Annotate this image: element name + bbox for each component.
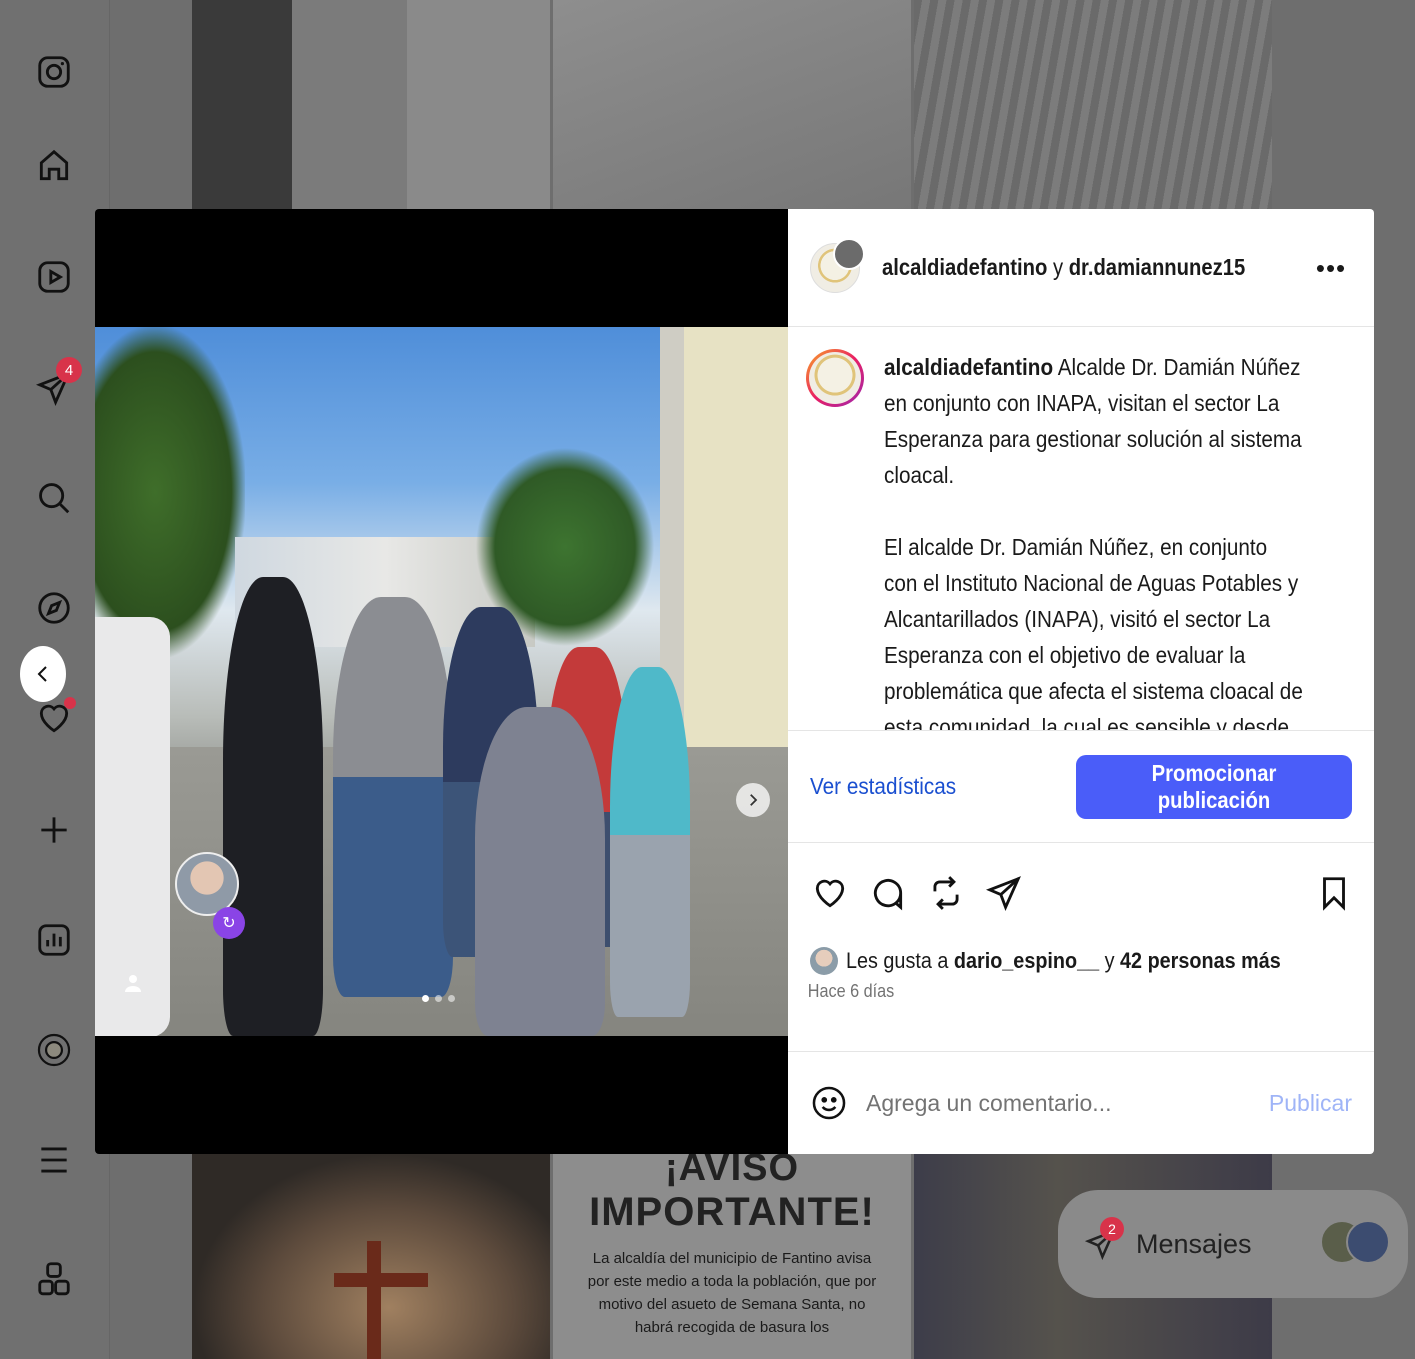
home-icon[interactable] (34, 146, 74, 186)
messages-label: Mensajes (1136, 1228, 1252, 1259)
post-media: ↻ (95, 209, 788, 1154)
chevron-right-icon (750, 794, 758, 806)
share-icon[interactable] (984, 873, 1024, 913)
comment-input[interactable] (866, 1089, 1269, 1117)
messages-count-badge: 4 (56, 357, 82, 383)
bookmark-icon[interactable] (1314, 873, 1354, 913)
caption-text: alcaldiadefantino Alcalde Dr. Damián Núñ… (884, 354, 1303, 730)
owner-actions: Ver estadísticas Promocionar publicación (788, 730, 1374, 843)
repost-icon: ↻ (213, 907, 245, 939)
post-modal: ↻ alcaldiadefantino y dr.damiannunez15 •… (95, 209, 1374, 1154)
menu-icon[interactable] (34, 1140, 74, 1180)
notifications-dot (64, 697, 76, 709)
liker-username[interactable]: dario_espino__ (954, 948, 1099, 973)
comment-bar: Publicar (788, 1051, 1374, 1154)
instagram-icon[interactable] (34, 52, 74, 92)
create-icon[interactable] (34, 810, 74, 850)
profile-icon[interactable] (34, 1030, 74, 1070)
explore-icon[interactable] (34, 588, 74, 628)
aviso-title-line-1: ¡AVISO (664, 1153, 800, 1189)
repost-icon[interactable] (926, 873, 966, 913)
collaborator-username[interactable]: dr.damiannunez15 (1069, 254, 1246, 280)
post-timestamp[interactable]: Hace 6 días (788, 975, 1315, 1002)
chevron-left-icon (37, 666, 47, 682)
promote-post-button[interactable]: Promocionar publicación (1076, 754, 1352, 819)
messages-button[interactable]: 2 Mensajes (1058, 1190, 1408, 1298)
post-actions (788, 843, 1374, 943)
next-slide-button[interactable] (736, 783, 770, 817)
emoji-icon[interactable] (810, 1084, 848, 1122)
likes-count-link[interactable]: 42 personas más (1120, 948, 1281, 973)
insights-icon[interactable] (34, 920, 74, 960)
search-icon[interactable] (34, 478, 74, 518)
cross-image (367, 1241, 381, 1359)
post-header: alcaldiadefantino y dr.damiannunez15 ••• (788, 209, 1374, 327)
aviso-body-text: La alcaldía del municipio de Fantino avi… (587, 1250, 877, 1336)
messages-badge: 2 (1100, 1217, 1124, 1241)
liker-avatar[interactable] (810, 947, 838, 975)
post-side-panel: alcaldiadefantino y dr.damiannunez15 •••… (788, 209, 1374, 1154)
likes-summary: Les gusta a dario_espino__ y 42 personas… (788, 943, 1374, 975)
grid-post-1[interactable] (192, 0, 550, 210)
aviso-title-line-2: IMPORTANTE! (589, 1190, 875, 1234)
author-username[interactable]: alcaldiadefantino (882, 254, 1047, 280)
comment-icon[interactable] (868, 873, 908, 913)
user-tag-icon[interactable] (121, 971, 145, 995)
previous-post-button[interactable] (20, 646, 66, 702)
carousel-indicators (422, 995, 455, 1002)
more-icon[interactable] (34, 1258, 74, 1298)
message-avatars (1320, 1220, 1390, 1266)
view-insights-link[interactable]: Ver estadísticas (810, 773, 956, 800)
caption-section[interactable]: alcaldiadefantino Alcalde Dr. Damián Núñ… (788, 327, 1374, 730)
direct-message-icon: 2 (1084, 1217, 1124, 1261)
grid-post-5[interactable]: ¡AVISO IMPORTANTE! La alcaldía del munic… (553, 1153, 911, 1359)
post-authors: alcaldiadefantino y dr.damiannunez15 (882, 254, 1246, 280)
grid-post-3[interactable] (914, 0, 1272, 210)
caption-author-avatar[interactable] (806, 349, 864, 407)
post-photo[interactable]: ↻ (95, 327, 788, 1036)
like-icon[interactable] (810, 873, 850, 913)
caption-author[interactable]: alcaldiadefantino (884, 354, 1053, 380)
more-options-button[interactable]: ••• (1316, 253, 1346, 283)
publish-comment-button[interactable]: Publicar (1269, 1090, 1352, 1117)
author-avatar[interactable] (810, 237, 865, 293)
reels-icon[interactable] (34, 257, 74, 297)
grid-post-2[interactable] (553, 0, 911, 210)
grid-post-4[interactable] (192, 1153, 550, 1359)
